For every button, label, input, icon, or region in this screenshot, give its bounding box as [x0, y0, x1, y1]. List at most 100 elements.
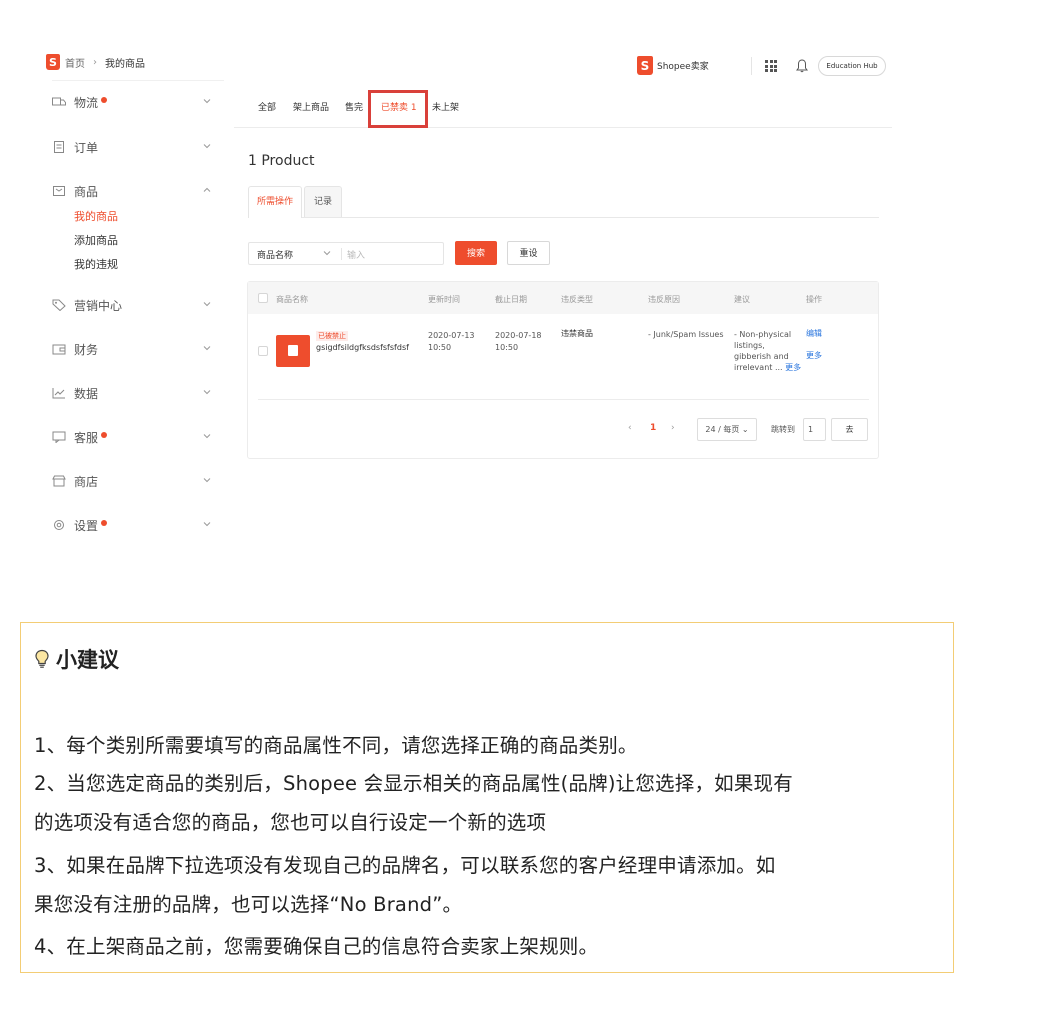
seller-brand[interactable]: S Shopee卖家: [637, 56, 709, 75]
shopee-logo-icon: S: [46, 54, 60, 70]
next-page-button[interactable]: ›: [671, 423, 675, 433]
tip-title: 小建议: [34, 644, 119, 674]
sidebar-item-label: 设置: [74, 518, 99, 533]
notification-dot: [101, 432, 108, 438]
search-input[interactable]: 输入: [347, 248, 365, 261]
sub-tabs: 所需操作 记录: [248, 186, 879, 218]
sidebar-item-orders[interactable]: 订单: [52, 135, 224, 159]
reset-button[interactable]: 重设: [507, 241, 550, 265]
bag-icon: [288, 345, 298, 356]
row-checkbox[interactable]: [258, 346, 268, 356]
tab-unlisted[interactable]: 未上架: [432, 100, 459, 113]
sidebar-item-settings[interactable]: 设置: [52, 513, 224, 537]
breadcrumb-home[interactable]: 首页: [65, 55, 85, 70]
sidebar-item-logistics[interactable]: 物流: [52, 90, 224, 114]
wallet-icon: [52, 344, 66, 355]
suggestion-line: - Non-physical: [734, 330, 792, 339]
clipboard-icon: [54, 141, 64, 153]
sidebar-sub-add-product[interactable]: 添加商品: [74, 232, 118, 248]
chevron-down-icon: [203, 144, 211, 149]
page-size-select[interactable]: 24 / 每页 ⌄: [697, 418, 757, 441]
chat-icon: [52, 431, 66, 443]
chevron-down-icon: [203, 346, 211, 351]
sidebar-item-data[interactable]: 数据: [52, 381, 224, 405]
sidebar-item-label: 商品: [74, 184, 99, 199]
sidebar-item-shop[interactable]: 商店: [52, 469, 224, 493]
jump-page-input[interactable]: 1: [803, 418, 826, 441]
edit-link[interactable]: 编辑: [806, 328, 822, 340]
tab-action-required[interactable]: 所需操作: [248, 186, 302, 218]
sidebar-item-label: 客服: [74, 430, 99, 445]
product-thumbnail: [276, 335, 310, 367]
sidebar-item-finance[interactable]: 财务: [52, 337, 224, 361]
deadline-time: 10:50: [495, 343, 519, 352]
brand-label: Shopee卖家: [657, 62, 709, 72]
col-header-name: 商品名称: [276, 295, 308, 304]
store-icon: [52, 475, 66, 487]
sidebar-top-divider: [52, 80, 224, 81]
sidebar-sub-my-products[interactable]: 我的商品: [74, 208, 118, 224]
col-header-action: 操作: [806, 295, 822, 304]
header-divider: [751, 57, 752, 75]
go-button[interactable]: 去: [831, 418, 868, 441]
chevron-down-icon[interactable]: [323, 249, 331, 257]
notification-dot: [101, 520, 108, 526]
suggestion-line: irrelevant ...: [734, 363, 783, 372]
current-page[interactable]: 1: [650, 423, 656, 433]
action-cell: 编辑 更多: [806, 328, 822, 362]
shopee-logo-icon: S: [637, 56, 653, 75]
apps-grid-icon[interactable]: [765, 60, 777, 72]
sidebar-item-label: 订单: [74, 140, 99, 155]
truck-icon: [52, 97, 66, 106]
suggestion-more-link[interactable]: 更多: [785, 363, 801, 372]
chevron-down-icon: [203, 99, 211, 104]
notification-dot: [101, 97, 108, 103]
sidebar-item-label: 物流: [74, 95, 99, 110]
col-header-violation-type: 违反类型: [561, 295, 593, 304]
search-filter: 商品名称 输入: [248, 242, 444, 265]
suggestion-line: gibberish and: [734, 352, 789, 361]
filter-field-select[interactable]: 商品名称: [257, 248, 293, 261]
product-name: gsigdfsildgfksdsfsfsfdsf: [316, 343, 409, 352]
tab-live[interactable]: 架上商品: [293, 100, 329, 113]
suggestion-cell: - Non-physical listings, gibberish and i…: [734, 329, 801, 373]
violation-reason-cell: - Junk/Spam Issues: [648, 330, 724, 339]
line-chart-icon: [52, 388, 65, 399]
violation-type-cell: 违禁商品: [561, 329, 593, 338]
deadline-date: 2020-07-18: [495, 331, 542, 340]
tip-line-3: 的选项没有适合您的商品，您也可以自行设定一个新的选项: [34, 811, 547, 834]
deadline-cell: 2020-07-18 10:50: [495, 330, 542, 354]
tab-history[interactable]: 记录: [304, 186, 342, 217]
jump-label: 跳转到: [771, 425, 795, 434]
sidebar-sub-my-violations[interactable]: 我的违规: [74, 256, 118, 272]
tab-all[interactable]: 全部: [258, 100, 276, 113]
updated-date: 2020-07-13: [428, 331, 475, 340]
select-all-checkbox[interactable]: [258, 293, 268, 303]
tip-title-text: 小建议: [56, 648, 119, 672]
lightbulb-icon: [35, 649, 49, 668]
col-header-violation-reason: 违反原因: [648, 295, 680, 304]
search-button[interactable]: 搜索: [455, 241, 497, 265]
sidebar-item-marketing[interactable]: 营销中心: [52, 293, 224, 317]
prev-page-button[interactable]: ‹: [628, 423, 632, 433]
col-header-updated: 更新时间: [428, 295, 460, 304]
tip-line-1: 1、每个类别所需要填写的商品属性不同，请您选择正确的商品类别。: [34, 734, 638, 757]
chevron-up-icon: [203, 187, 211, 192]
row-divider: [258, 399, 869, 400]
page-size-value: 24 / 每页: [705, 425, 740, 434]
sidebar-item-products[interactable]: 商品: [52, 179, 224, 203]
bell-icon[interactable]: [795, 58, 809, 74]
education-hub-button[interactable]: Education Hub: [818, 56, 886, 76]
chevron-down-icon: [203, 434, 211, 439]
box-icon: [53, 186, 65, 196]
tab-sold-out[interactable]: 售完: [345, 100, 363, 113]
sidebar-item-customer-service[interactable]: 客服: [52, 425, 224, 449]
product-count: 1 Product: [248, 153, 315, 169]
more-actions-link[interactable]: 更多: [806, 350, 822, 362]
tag-icon: [52, 299, 66, 311]
product-status-tabs: 全部 架上商品 售完 已禁卖 1 未上架: [234, 90, 892, 128]
chevron-down-icon: [203, 390, 211, 395]
sidebar-item-label: 营销中心: [74, 298, 123, 313]
chevron-down-icon: [203, 478, 211, 483]
filter-divider: [341, 248, 342, 260]
